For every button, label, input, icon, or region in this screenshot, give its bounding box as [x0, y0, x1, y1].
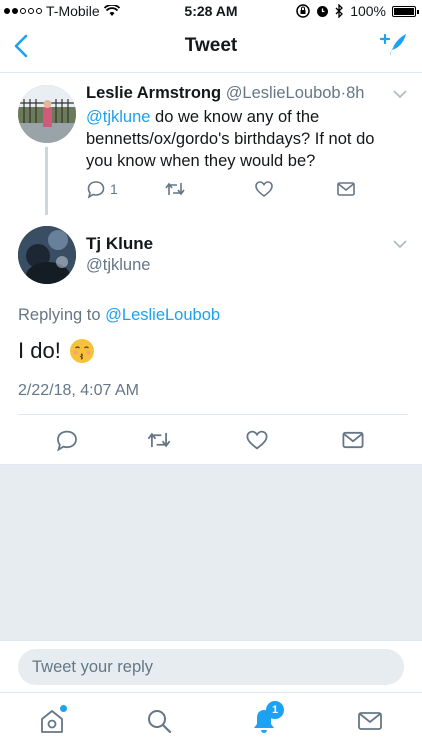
envelope-icon	[358, 712, 382, 730]
replying-to-link[interactable]: @LeslieLoubob	[105, 306, 220, 324]
tab-search[interactable]	[145, 707, 175, 737]
tab-messages[interactable]	[356, 707, 386, 737]
tab-home[interactable]	[38, 705, 68, 737]
status-bar: T-Mobile 5:28 AM 100%	[0, 0, 422, 22]
like-button[interactable]	[254, 176, 274, 202]
kissing-face-icon	[69, 339, 94, 363]
author-name[interactable]: Leslie Armstrong	[86, 84, 221, 102]
main-tweet-text: I do!	[18, 338, 95, 364]
heart-icon[interactable]	[245, 428, 269, 452]
divider	[18, 414, 408, 415]
avatar-photo	[18, 85, 76, 143]
envelope-icon	[337, 182, 355, 196]
reply-composer: Tweet your reply	[0, 640, 422, 693]
search-icon	[148, 710, 172, 734]
replying-prefix: Replying to	[18, 306, 106, 324]
main-tweet-body: I do!	[18, 338, 61, 363]
thread-connector	[45, 147, 48, 215]
main-tweet-actions	[0, 424, 422, 454]
chevron-down-icon[interactable]	[392, 238, 408, 250]
replying-to-line: Replying to @LeslieLoubob	[18, 306, 220, 325]
reply-input[interactable]: Tweet your reply	[18, 649, 404, 685]
battery-icon	[392, 5, 419, 17]
tab-notifications[interactable]: 1	[250, 701, 284, 737]
retweet-button[interactable]	[164, 176, 186, 202]
author-handle[interactable]: @LeslieLoubob	[226, 84, 341, 102]
chevron-down-icon[interactable]	[392, 88, 408, 100]
tweet-age: 8h	[346, 84, 365, 102]
envelope-icon[interactable]	[341, 429, 365, 451]
status-right: 100%	[296, 3, 419, 19]
avatar-leslie[interactable]	[18, 85, 76, 143]
nav-bar: Tweet	[0, 22, 422, 73]
mention-link[interactable]: @tjklune	[86, 108, 150, 126]
reply-count: 1	[110, 181, 118, 197]
battery-percent: 100%	[350, 3, 386, 19]
page-title: Tweet	[184, 35, 238, 56]
main-author-name[interactable]: Tj Klune	[86, 234, 153, 254]
retweet-icon[interactable]	[146, 428, 172, 452]
reply-button[interactable]: 1	[86, 176, 118, 202]
avatar-photo	[18, 226, 76, 284]
heart-icon	[255, 181, 273, 198]
compose-tweet-icon[interactable]	[378, 32, 408, 60]
orientation-lock-icon	[296, 4, 310, 18]
parent-tweet-header: Leslie Armstrong @LeslieLoubob·8h	[86, 84, 364, 103]
tweet-timestamp: 2/22/18, 4:07 AM	[18, 382, 139, 399]
main-author-handle[interactable]: @tjklune	[86, 256, 150, 275]
reply-icon[interactable]	[55, 428, 79, 452]
tab-bar: 1	[0, 692, 422, 751]
parent-tweet-actions: 1	[86, 176, 376, 202]
bluetooth-icon	[335, 4, 344, 18]
empty-replies-area	[0, 464, 422, 641]
reply-icon	[87, 181, 105, 199]
alarm-icon	[317, 6, 329, 17]
notification-badge: 1	[266, 701, 284, 719]
direct-message-button[interactable]	[336, 176, 356, 202]
new-content-dot	[60, 705, 67, 712]
retweet-icon	[165, 182, 185, 196]
parent-tweet-text: @tjklune do we know any of the bennetts/…	[86, 106, 404, 172]
avatar-tjklune[interactable]	[18, 226, 76, 284]
